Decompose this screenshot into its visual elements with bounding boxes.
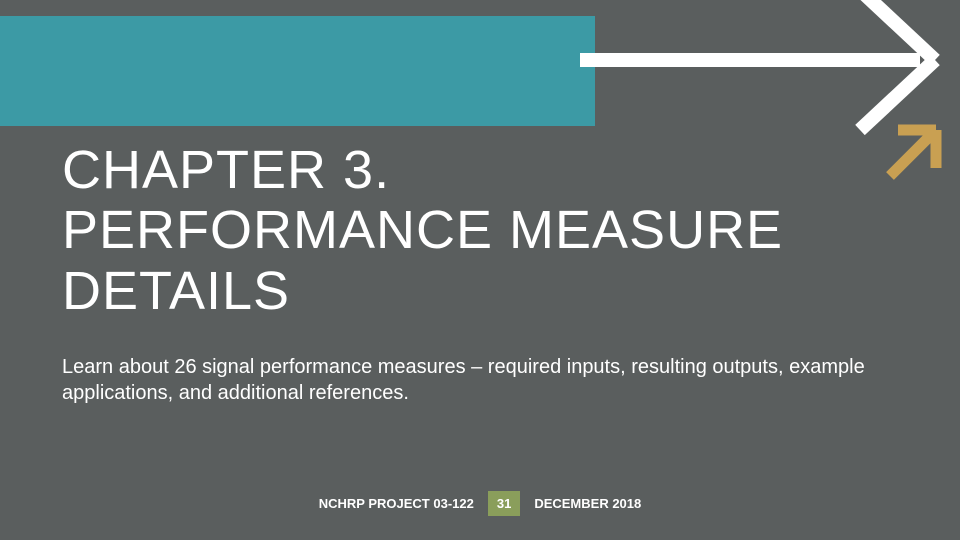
- footer-date: DECEMBER 2018: [534, 496, 641, 511]
- page-number-badge: 31: [488, 491, 520, 516]
- footer-project: NCHRP PROJECT 03-122: [319, 496, 474, 511]
- slide-footer: NCHRP PROJECT 03-122 31 DECEMBER 2018: [0, 491, 960, 516]
- title-line-1: CHAPTER 3. PERFORMANCE MEASURE DETAILS: [62, 140, 783, 321]
- header-accent-bar: [0, 16, 595, 126]
- chapter-title: CHAPTER 3. PERFORMANCE MEASURE DETAILS: [62, 140, 960, 321]
- chapter-subtitle: Learn about 26 signal performance measur…: [62, 354, 882, 406]
